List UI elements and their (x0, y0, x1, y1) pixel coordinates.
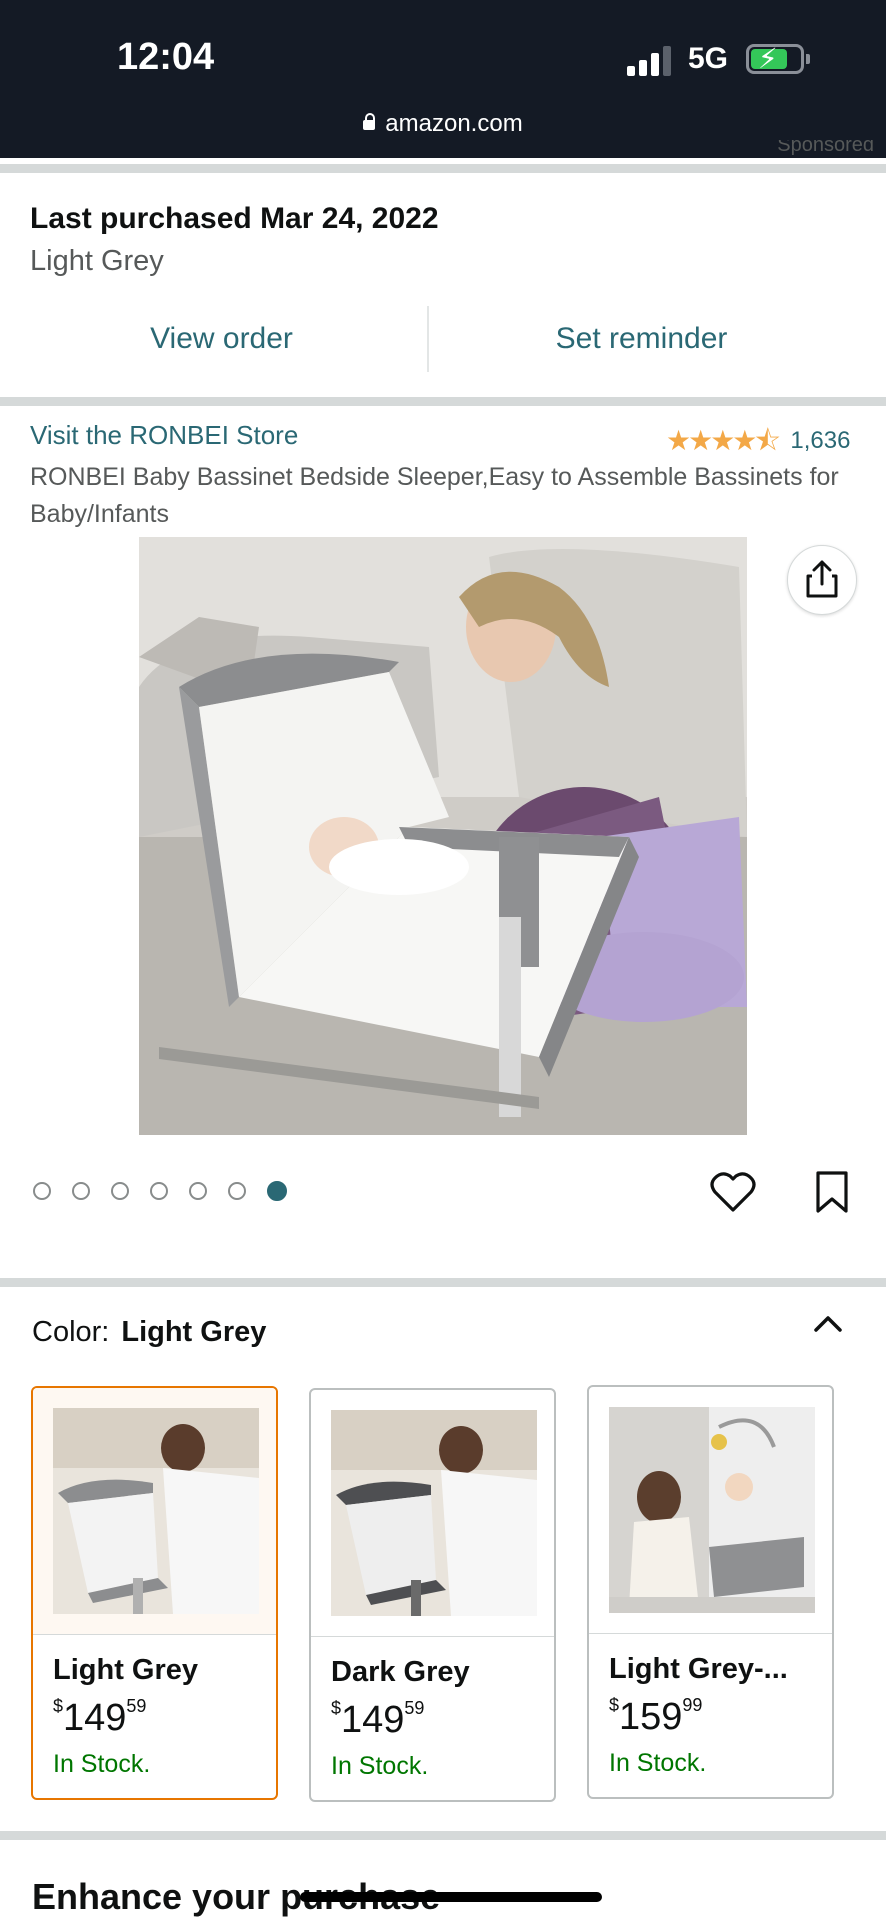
color-option-image (33, 1388, 276, 1635)
charging-icon: ⚡ (758, 43, 778, 74)
share-icon (806, 560, 838, 598)
color-option-price: $14959 (331, 1698, 425, 1741)
carousel-dot[interactable] (267, 1181, 287, 1201)
color-option-card[interactable]: Light Grey-... $15999 In Stock. (587, 1385, 834, 1799)
section-divider (0, 397, 886, 406)
chevron-up-icon[interactable] (812, 1312, 844, 1334)
store-link[interactable]: Visit the RONBEI Store (30, 420, 298, 451)
product-image[interactable] (139, 537, 747, 1135)
carousel-dot[interactable] (228, 1182, 246, 1200)
set-reminder-button[interactable]: Set reminder (420, 306, 863, 372)
address-bar[interactable]: amazon.com (0, 110, 886, 138)
carousel-dot[interactable] (72, 1182, 90, 1200)
color-option-name: Light Grey (53, 1654, 199, 1686)
url-text: amazon.com (385, 110, 523, 137)
selected-color: Light Grey (121, 1316, 267, 1348)
color-option-image (589, 1387, 832, 1634)
carousel-dot[interactable] (111, 1182, 129, 1200)
product-title: RONBEI Baby Bassinet Bedside Sleeper,Eas… (30, 463, 839, 528)
home-indicator[interactable] (300, 1892, 602, 1902)
sponsored-label: Sponsored (777, 140, 874, 156)
bookmark-icon[interactable] (815, 1170, 849, 1214)
color-option-price: $15999 (609, 1695, 703, 1738)
purchase-actions: View order Set reminder (0, 306, 886, 372)
section-divider (0, 164, 886, 173)
color-option-stock: In Stock. (331, 1752, 429, 1780)
view-order-button[interactable]: View order (0, 306, 443, 372)
color-option-card[interactable]: Light Grey $14959 In Stock. (31, 1386, 278, 1800)
status-bar: 12:04 5G ⚡ amazon.com (0, 0, 886, 158)
carousel-dot[interactable] (150, 1182, 168, 1200)
rating-stars: ★★★★⯪ (666, 425, 781, 456)
network-type: 5G (688, 42, 729, 75)
color-option-image (311, 1390, 554, 1637)
carousel-dot[interactable] (189, 1182, 207, 1200)
status-time: 12:04 (117, 36, 215, 78)
color-label: Color: Light Grey (32, 1316, 267, 1348)
last-purchased-title: Last purchased Mar 24, 2022 (30, 202, 439, 235)
color-option-name: Dark Grey (331, 1656, 470, 1688)
section-divider (0, 1278, 886, 1287)
color-option-card[interactable]: Dark Grey $14959 In Stock. (309, 1388, 556, 1802)
lock-icon (363, 113, 376, 130)
share-button[interactable] (787, 545, 857, 615)
color-option-stock: In Stock. (609, 1749, 707, 1777)
rating[interactable]: ★★★★⯪ 1,636 (666, 420, 851, 456)
signal-icon (627, 44, 671, 76)
color-option-price: $14959 (53, 1696, 147, 1739)
last-purchased-variant: Light Grey (30, 245, 164, 277)
color-option-stock: In Stock. (53, 1750, 151, 1778)
section-divider (0, 1831, 886, 1840)
carousel-dot[interactable] (33, 1182, 51, 1200)
color-option-name: Light Grey-... (609, 1653, 788, 1685)
bassinet-photo (139, 537, 747, 1135)
heart-icon[interactable] (710, 1170, 756, 1214)
rating-count: 1,636 (790, 427, 851, 454)
